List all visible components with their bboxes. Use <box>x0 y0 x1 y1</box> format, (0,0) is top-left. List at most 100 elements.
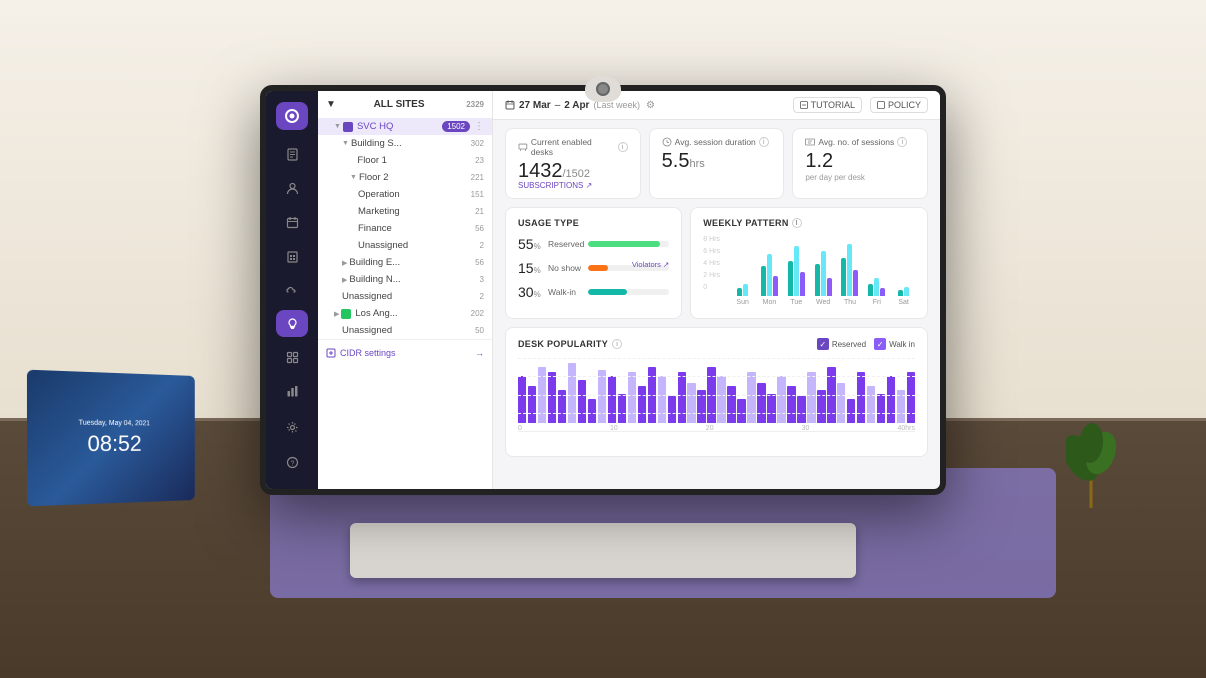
usage-reserved-label: Reserved <box>548 239 588 249</box>
enabled-desks-value: 1432/1502 <box>518 161 628 181</box>
lightbulb-sidebar-icon[interactable] <box>276 310 308 338</box>
session-duration-info[interactable]: i <box>759 137 769 147</box>
usage-type-card: USAGE TYPE 55% Reserved 15% No show <box>505 207 682 319</box>
marketing-item[interactable]: Marketing 21 <box>318 203 492 220</box>
floor1-count: 23 <box>475 156 484 165</box>
pop-bar-8 <box>598 370 606 423</box>
svc-hq-more-icon[interactable]: ⋮ <box>474 121 484 132</box>
floor1-item[interactable]: ▶ Floor 1 23 <box>318 152 492 169</box>
document-sidebar-icon[interactable] <box>276 141 308 169</box>
building-s-item[interactable]: ▼ Building S... 302 <box>318 135 492 152</box>
policy-button[interactable]: POLICY <box>870 97 928 113</box>
pop-bar-15 <box>668 396 676 423</box>
unassigned1-item[interactable]: Unassigned 2 <box>318 288 492 305</box>
pop-bar-35 <box>867 386 875 423</box>
unassigned-floor2-item[interactable]: Unassigned 2 <box>318 237 492 254</box>
los-ang-label: Los Ang... <box>355 308 397 319</box>
building-n-count: 3 <box>480 275 484 284</box>
settings-sidebar-icon[interactable] <box>276 411 308 443</box>
all-sites-count: 2329 <box>466 100 484 109</box>
usage-reserved-bar <box>588 241 660 247</box>
pop-bar-26 <box>777 376 785 423</box>
avg-sessions-sub: per day per desk <box>805 173 915 182</box>
chart-sidebar-icon[interactable] <box>276 377 308 405</box>
los-ang-item[interactable]: ▶ Los Ang... 202 <box>318 305 492 322</box>
top-bar-right: TUTORIAL POLICY <box>793 97 928 113</box>
cidr-settings-item[interactable]: CIDR settings → <box>318 339 492 366</box>
laptop: Tuesday, May 04, 2021 08:52 <box>27 370 195 507</box>
unassigned2-item[interactable]: Unassigned 50 <box>318 322 492 339</box>
mon-label: Mon <box>763 299 777 306</box>
usage-walkin-bar <box>588 289 627 295</box>
external-link-icon: ↗ <box>586 181 593 190</box>
los-ang-count: 202 <box>471 309 484 318</box>
help-sidebar-icon[interactable]: ? <box>276 446 308 478</box>
xaxis-0: 0 <box>518 425 522 432</box>
usage-walkin-item: 30% Walk-in <box>518 284 669 300</box>
tutorial-button[interactable]: TUTORIAL <box>793 97 862 113</box>
fri-label: Fri <box>873 299 881 306</box>
wed-label: Wed <box>816 299 830 306</box>
laptop-screen: Tuesday, May 04, 2021 08:52 <box>27 370 195 507</box>
building-s-label: Building S... <box>351 138 402 149</box>
laptop-time: 08:52 <box>87 430 141 456</box>
building-e-item[interactable]: ▶ Building E... 56 <box>318 254 492 271</box>
pop-bar-23 <box>747 372 755 423</box>
pop-bar-38 <box>897 390 905 423</box>
svc-hq-item[interactable]: ▼ SVC HQ 1502 ⋮ <box>318 118 492 135</box>
wed-bars <box>815 241 832 296</box>
brand-icon[interactable] <box>276 102 308 130</box>
operation-item[interactable]: Operation 151 <box>318 186 492 203</box>
unassigned1-label: Unassigned <box>342 291 392 302</box>
tutorial-icon <box>800 101 808 109</box>
floor2-count: 221 <box>471 173 484 182</box>
pop-bar-1 <box>528 386 536 423</box>
webcam <box>585 76 621 102</box>
building-sidebar-icon[interactable] <box>276 242 308 270</box>
pop-bar-33 <box>847 399 855 423</box>
enabled-desks-info[interactable]: i <box>618 142 628 152</box>
operation-count: 151 <box>471 190 484 199</box>
right-panel: 27 Mar – 2 Apr (Last week) ⚙ TUTORIAL PO… <box>493 91 940 489</box>
calendar-sidebar-icon[interactable] <box>276 208 308 236</box>
floor1-label: Floor 1 <box>357 155 387 166</box>
keyboard <box>350 523 856 578</box>
all-sites-header[interactable]: ▼ ALL SITES 2329 <box>318 91 492 118</box>
date-settings-icon[interactable]: ⚙ <box>646 100 655 111</box>
xaxis-40: 40hrs <box>897 425 915 432</box>
svc-hq-label: SVC HQ <box>357 121 393 132</box>
violators-link[interactable]: Violators ↗ <box>632 260 669 269</box>
pop-bar-27 <box>787 386 795 423</box>
users-sidebar-icon[interactable] <box>276 175 308 203</box>
popularity-info-icon[interactable]: i <box>612 339 622 349</box>
unassigned-floor2-count: 2 <box>480 241 484 250</box>
pop-bar-19 <box>707 367 715 423</box>
date-separator: – <box>555 100 561 111</box>
building-n-item[interactable]: ▶ Building N... 3 <box>318 271 492 288</box>
weekly-pattern-card: WEEKLY PATTERN i 8 Hrs 6 Hrs 4 Hrs 2 Hrs… <box>690 207 928 319</box>
pop-bar-18 <box>697 390 705 423</box>
weekly-pattern-title: WEEKLY PATTERN i <box>703 218 915 228</box>
popularity-legend: ✓ Reserved ✓ Walk in <box>817 338 915 350</box>
pop-bar-30 <box>817 390 825 423</box>
stats-row: Current enabled desks i 1432/1502 SUBSCR… <box>493 120 940 207</box>
subscriptions-link[interactable]: SUBSCRIPTIONS ↗ <box>518 181 628 190</box>
popularity-title-area: DESK POPULARITY i <box>518 339 622 349</box>
pop-bar-39 <box>907 372 915 423</box>
svc-hq-badge: 1502 <box>442 121 470 132</box>
unassigned-floor2-label: Unassigned <box>358 240 408 251</box>
cloud-sidebar-icon[interactable] <box>276 276 308 304</box>
xaxis-20: 20 <box>706 425 714 432</box>
avg-sessions-info[interactable]: i <box>897 137 907 147</box>
pop-bar-21 <box>727 386 735 423</box>
grid-sidebar-icon[interactable] <box>276 343 308 371</box>
usage-noshow-item: 15% No show Violators ↗ <box>518 260 669 276</box>
floor2-item[interactable]: ▼ Floor 2 221 <box>318 169 492 186</box>
weekly-pattern-info[interactable]: i <box>792 218 802 228</box>
weekly-day-wed: Wed <box>812 241 835 306</box>
usage-type-title: USAGE TYPE <box>518 218 669 228</box>
sun-bars <box>737 241 748 296</box>
finance-item[interactable]: Finance 56 <box>318 220 492 237</box>
weekly-bars-area: Sun Mon <box>731 236 915 306</box>
weekly-day-tue: Tue <box>785 241 808 306</box>
